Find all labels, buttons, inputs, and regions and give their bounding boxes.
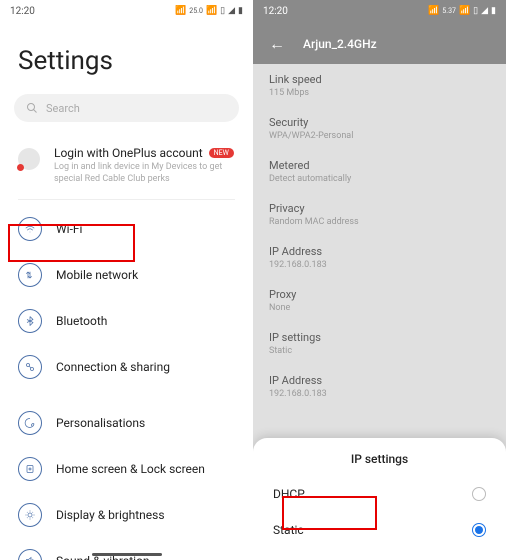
detail-ip-address[interactable]: IP Address 192.168.0.183 xyxy=(253,236,506,279)
search-icon xyxy=(26,102,38,114)
home-icon xyxy=(18,457,42,481)
app-bar-title: Arjun_2.4GHz xyxy=(303,37,377,51)
search-placeholder: Search xyxy=(46,102,80,115)
connection-icon xyxy=(18,355,42,379)
page-title: Settings xyxy=(0,20,253,88)
status-icons: 📶25.0📶▯◢▮ xyxy=(175,6,243,16)
mobile-signal-icon xyxy=(18,263,42,287)
app-bar: ← Arjun_2.4GHz xyxy=(253,20,506,64)
radio-icon xyxy=(472,487,486,501)
menu-label: Personalisations xyxy=(56,416,145,430)
detail-security[interactable]: Security WPA/WPA2-Personal xyxy=(253,107,506,150)
detail-proxy[interactable]: Proxy None xyxy=(253,279,506,322)
wifi-detail-screen: 12:20 📶5.37📶▯◢▮ ← Arjun_2.4GHz Link spee… xyxy=(253,0,506,560)
wifi-icon xyxy=(18,217,42,241)
status-bar: 12:20 📶25.0📶▯◢▮ xyxy=(0,0,253,20)
palette-icon xyxy=(18,411,42,435)
detail-privacy[interactable]: Privacy Random MAC address xyxy=(253,193,506,236)
back-arrow-icon[interactable]: ← xyxy=(269,34,285,54)
status-time: 12:20 xyxy=(263,6,288,17)
sheet-title: IP settings xyxy=(253,452,506,466)
detail-ip-settings[interactable]: IP settings Static xyxy=(253,322,506,365)
bluetooth-icon xyxy=(18,309,42,333)
menu-label: Home screen & Lock screen xyxy=(56,462,205,476)
settings-screen: 12:20 📶25.0📶▯◢▮ Settings Search Login wi… xyxy=(0,0,253,560)
divider xyxy=(18,199,235,200)
sound-icon xyxy=(18,549,42,560)
menu-personalisations[interactable]: Personalisations xyxy=(0,400,253,446)
status-time: 12:20 xyxy=(10,6,35,17)
detail-link-speed[interactable]: Link speed 115 Mbps xyxy=(253,64,506,107)
radio-static[interactable]: Static xyxy=(253,512,506,548)
new-badge: NEW xyxy=(209,148,234,158)
brightness-icon xyxy=(18,503,42,527)
avatar-icon xyxy=(18,148,40,170)
menu-home-lock[interactable]: Home screen & Lock screen xyxy=(0,446,253,492)
menu-wifi[interactable]: Wi-Fi xyxy=(0,206,253,252)
nav-handle[interactable] xyxy=(92,553,162,556)
login-subtitle: Log in and link device in My Devices to … xyxy=(54,162,235,185)
status-bar: 12:20 📶5.37📶▯◢▮ xyxy=(253,0,506,20)
menu-bluetooth[interactable]: Bluetooth xyxy=(0,298,253,344)
login-row[interactable]: Login with OnePlus account NEW Log in an… xyxy=(0,136,253,199)
radio-dhcp[interactable]: DHCP xyxy=(253,476,506,512)
menu-label: Connection & sharing xyxy=(56,360,170,374)
menu-connection-sharing[interactable]: Connection & sharing xyxy=(0,344,253,390)
status-icons: 📶5.37📶▯◢▮ xyxy=(428,6,496,16)
ip-settings-sheet: IP settings DHCP Static xyxy=(253,438,506,560)
radio-icon xyxy=(472,523,486,537)
menu-label: Display & brightness xyxy=(56,508,165,522)
detail-metered[interactable]: Metered Detect automatically xyxy=(253,150,506,193)
search-input[interactable]: Search xyxy=(14,94,239,122)
detail-ip-address-2[interactable]: IP Address 192.168.0.183 xyxy=(253,365,506,408)
menu-label: Wi-Fi xyxy=(56,222,82,236)
menu-label: Bluetooth xyxy=(56,314,107,328)
login-title: Login with OnePlus account xyxy=(54,146,203,160)
menu-display[interactable]: Display & brightness xyxy=(0,492,253,538)
menu-label: Mobile network xyxy=(56,268,138,282)
menu-mobile-network[interactable]: Mobile network xyxy=(0,252,253,298)
menu-sound[interactable]: Sound & vibration xyxy=(0,538,253,560)
